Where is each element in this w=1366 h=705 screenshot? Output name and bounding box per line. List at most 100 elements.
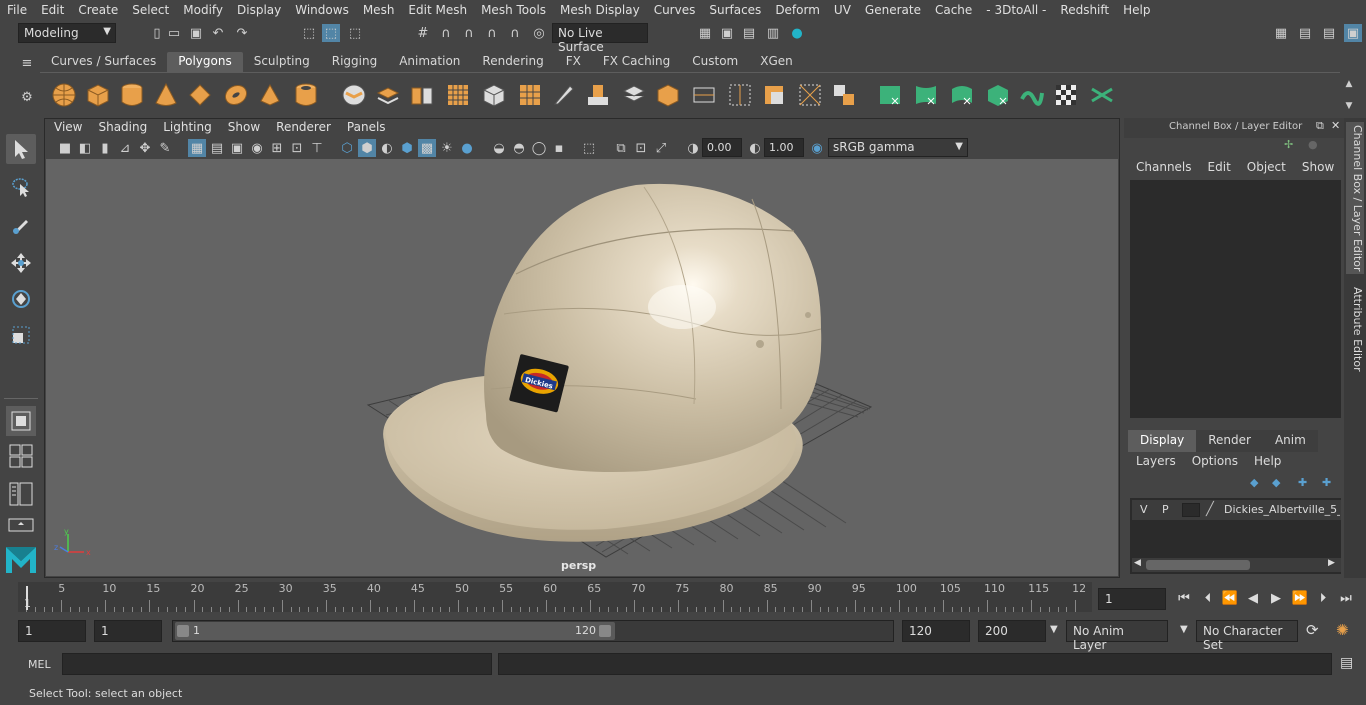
ambient-occlusion-icon[interactable]: ● <box>458 139 476 157</box>
snap-curve-icon[interactable]: ∩ <box>437 24 455 42</box>
go-to-start-icon[interactable]: ⏮ <box>1176 590 1192 606</box>
menu-redshift[interactable]: Redshift <box>1053 3 1116 17</box>
auto-key-icon[interactable]: ⟳ <box>1306 621 1319 639</box>
snap-view-icon[interactable]: ∩ <box>483 24 501 42</box>
hypershade-icon[interactable]: ● <box>788 24 806 42</box>
shelf-tab-fx[interactable]: FX <box>555 52 592 72</box>
textured-icon[interactable]: ⬢ <box>398 139 416 157</box>
snap-grid-icon[interactable]: # <box>414 24 432 42</box>
append-icon[interactable] <box>620 81 648 109</box>
lasso-tool-icon[interactable] <box>6 172 36 202</box>
film-gate-icon[interactable]: ▤ <box>208 139 226 157</box>
layer-tab-render[interactable]: Render <box>1196 430 1263 452</box>
move-tool-icon[interactable] <box>6 248 36 278</box>
layer-list-scrollbar[interactable]: ◀ ▶ <box>1132 558 1341 572</box>
chevron-down-icon[interactable]: ▼ <box>1050 624 1058 635</box>
poly-cylinder-icon[interactable] <box>118 81 146 109</box>
play-forward-icon[interactable]: ▶ <box>1268 590 1284 606</box>
command-input[interactable] <box>62 653 492 675</box>
xray-joints-icon[interactable]: ◯ <box>530 139 548 157</box>
channel-box-menu-edit[interactable]: Edit <box>1200 160 1239 178</box>
time-slider[interactable]: 5 10 15 20 25 30 35 40 45 50 55 60 65 70 75 80 85 90 95 100… <box>18 582 1092 612</box>
menu-mesh-tools[interactable]: Mesh Tools <box>474 3 553 17</box>
shelf-tab-animation[interactable]: Animation <box>388 52 471 72</box>
poly-plane-icon[interactable] <box>186 81 214 109</box>
bookmark-icon[interactable]: ▮ <box>96 139 114 157</box>
scene-canvas[interactable]: Dickies x y z <box>46 159 1118 576</box>
menu-select[interactable]: Select <box>125 3 176 17</box>
poly-cone-icon[interactable] <box>152 81 180 109</box>
image-plane-icon[interactable]: ⊿ <box>116 139 134 157</box>
save-scene-icon[interactable]: ▣ <box>187 24 205 42</box>
layer-menu-layers[interactable]: Layers <box>1128 454 1184 472</box>
select-object-icon[interactable]: ⬚ <box>322 24 340 42</box>
offset-edge-loop-icon[interactable] <box>760 81 788 109</box>
outliner-layout-icon[interactable] <box>6 480 36 508</box>
uv-cut-sew-icon[interactable] <box>1088 81 1116 109</box>
isolate-select-icon[interactable]: ◒ <box>490 139 508 157</box>
uv-planar-icon[interactable] <box>876 81 904 109</box>
shelf-tab-polygons[interactable]: Polygons <box>167 52 243 72</box>
tool-settings-toggle-icon[interactable]: ▤ <box>1320 24 1338 42</box>
uv-automatic-icon[interactable] <box>984 81 1012 109</box>
current-frame-field[interactable]: 1 <box>1098 588 1166 610</box>
scrollbar-thumb[interactable] <box>1146 560 1250 570</box>
shelf-tab-fx-caching[interactable]: FX Caching <box>592 52 681 72</box>
extrude-icon[interactable] <box>516 81 544 109</box>
camera-attributes-icon[interactable]: ◧ <box>76 139 94 157</box>
heads-up-icon[interactable]: ⤢ <box>652 139 670 157</box>
menu-windows[interactable]: Windows <box>288 3 356 17</box>
shelf-menu-icon[interactable]: ≡ <box>18 54 36 72</box>
side-tab-channel-box[interactable]: Channel Box / Layer Editor <box>1346 122 1364 274</box>
bridge-icon[interactable] <box>584 81 612 109</box>
uv-unfold-icon[interactable] <box>1018 81 1046 109</box>
close-icon[interactable]: ✕ <box>1331 119 1340 132</box>
select-camera-icon[interactable]: ⬚ <box>580 139 598 157</box>
undo-icon[interactable]: ↶ <box>209 24 227 42</box>
step-forward-key-icon[interactable]: ⏩ <box>1292 590 1308 606</box>
layer-row[interactable]: V P ╱ Dickies_Albertville_5_P <box>1132 500 1341 520</box>
move-layer-up-icon[interactable]: ◆ <box>1250 476 1258 489</box>
gamma-icon[interactable]: ◐ <box>746 139 764 157</box>
reduce-icon[interactable] <box>480 81 508 109</box>
new-layer-selected-icon[interactable]: ✚ <box>1322 476 1331 489</box>
script-language-toggle[interactable]: MEL <box>28 658 51 671</box>
script-editor-icon[interactable]: ▤ <box>1340 655 1353 671</box>
menu-mesh[interactable]: Mesh <box>356 3 402 17</box>
live-surface-field[interactable]: No Live Surface <box>552 23 648 54</box>
float-panel-icon[interactable]: ⧉ <box>1316 119 1324 133</box>
step-back-icon[interactable]: ⏴ <box>1200 590 1216 606</box>
layer-color-swatch[interactable] <box>1182 503 1200 517</box>
poly-pipe-icon[interactable] <box>292 81 320 109</box>
four-view-layout-icon[interactable] <box>6 442 36 470</box>
viewport-menu-view[interactable]: View <box>46 120 90 138</box>
animation-preferences-icon[interactable]: ✺ <box>1336 621 1349 639</box>
range-slider-track[interactable]: 1 120 <box>172 620 894 642</box>
scroll-right-icon[interactable]: ▶ <box>1328 558 1335 568</box>
multi-cut-icon[interactable] <box>690 81 718 109</box>
menu-deform[interactable]: Deform <box>768 3 827 17</box>
target-weld-icon[interactable] <box>796 81 824 109</box>
go-to-end-icon[interactable]: ⏭ <box>1338 590 1354 606</box>
frame-selected-icon[interactable]: ⊡ <box>632 139 650 157</box>
xray-icon[interactable]: ◓ <box>510 139 528 157</box>
layer-menu-options[interactable]: Options <box>1184 454 1246 472</box>
open-scene-icon[interactable]: ▭ <box>165 24 183 42</box>
character-set-dropdown[interactable]: No Character Set <box>1196 620 1298 652</box>
menu-3dtoall[interactable]: - 3DtoAll - <box>979 3 1053 17</box>
viewport-menu-show[interactable]: Show <box>220 120 268 138</box>
shelf-tab-rendering[interactable]: Rendering <box>471 52 554 72</box>
select-component-icon[interactable]: ⬚ <box>346 24 364 42</box>
field-chart-icon[interactable]: ⊞ <box>268 139 286 157</box>
snap-point-icon[interactable]: ∩ <box>460 24 478 42</box>
animation-end-field[interactable]: 200 <box>978 620 1046 642</box>
channel-box-gizmo-icon[interactable]: ✢ <box>1284 138 1293 151</box>
gamma-field[interactable]: 1.00 <box>764 138 804 157</box>
combine-icon[interactable] <box>340 81 368 109</box>
resolution-gate-icon[interactable]: ▣ <box>228 139 246 157</box>
mirror-icon[interactable] <box>408 81 436 109</box>
scale-tool-icon[interactable] <box>6 320 36 350</box>
range-slider-handle-end[interactable] <box>599 625 611 637</box>
gate-mask-icon[interactable]: ◉ <box>248 139 266 157</box>
grease-pencil-icon[interactable]: ✎ <box>156 139 174 157</box>
